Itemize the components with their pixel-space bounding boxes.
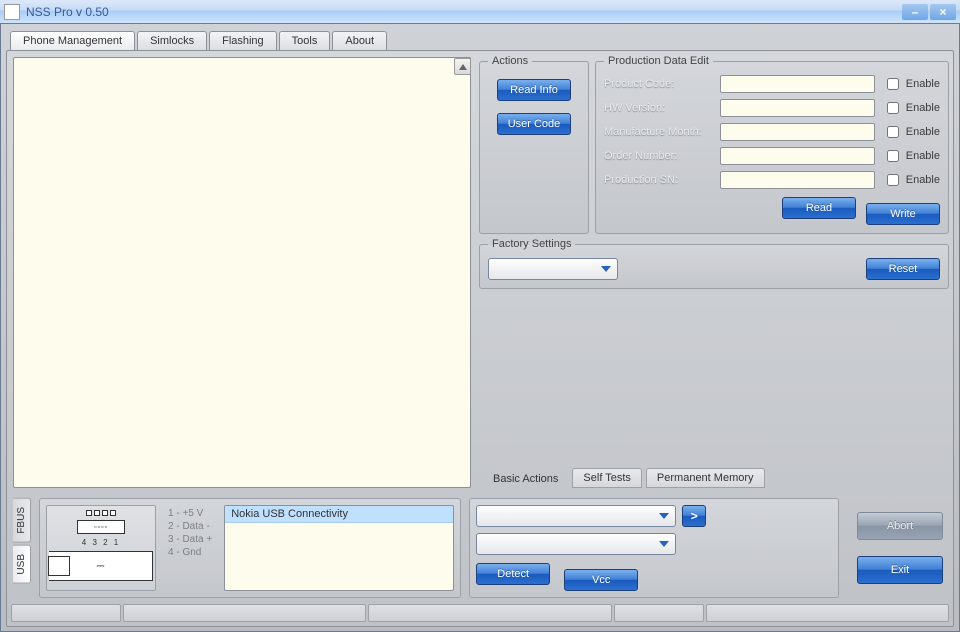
pde-input-order-number[interactable] [720, 147, 875, 165]
factory-legend: Factory Settings [488, 238, 575, 250]
detect-combo-2[interactable] [476, 533, 676, 555]
title-bar: NSS Pro v 0.50 – × [0, 0, 960, 24]
read-info-button[interactable]: Read Info [497, 79, 571, 101]
tab-simlocks[interactable]: Simlocks [137, 31, 207, 50]
pin-legend: 1 - +5 V 2 - Data - 3 - Data + 4 - Gnd [164, 505, 216, 591]
go-button[interactable]: > [682, 505, 706, 527]
status-cell-2 [123, 604, 366, 622]
pde-label-production-sn: Production SN: [604, 174, 712, 186]
pde-legend: Production Data Edit [604, 55, 713, 67]
pde-enable-order-number[interactable]: Enable [883, 147, 940, 165]
subtab-permanent-memory[interactable]: Permanent Memory [646, 468, 765, 488]
vtab-usb[interactable]: USB [13, 545, 31, 584]
chevron-down-icon [659, 513, 669, 519]
detect-panel: > Detect Vcc [469, 498, 839, 598]
port-panel: ▫▫▫▫ 4 3 2 1 1 - +5 V 2 - Data - 3 - Dat… [39, 498, 461, 598]
pin-2-label: 2 - Data - [168, 520, 212, 533]
device-item[interactable]: Nokia USB Connectivity [225, 506, 453, 523]
actions-group: Actions Read Info User Code [479, 55, 589, 234]
pde-input-manufacture-month[interactable] [720, 123, 875, 141]
exit-button[interactable]: Exit [857, 556, 943, 584]
production-data-edit-group: Production Data Edit Product Code: Enabl… [595, 55, 949, 234]
pde-write-button[interactable]: Write [866, 203, 940, 225]
chevron-down-icon [601, 266, 611, 272]
status-cell-3 [368, 604, 611, 622]
factory-reset-button[interactable]: Reset [866, 258, 940, 280]
device-list[interactable]: Nokia USB Connectivity [224, 505, 454, 591]
pde-read-button[interactable]: Read [782, 197, 856, 219]
usb-port-graphic: ▫▫▫▫ 4 3 2 1 [46, 505, 156, 591]
tab-flashing[interactable]: Flashing [209, 31, 277, 50]
usb-plug-icon [49, 551, 153, 581]
user-code-button[interactable]: User Code [497, 113, 572, 135]
status-cell-1 [11, 604, 121, 622]
pde-input-production-sn[interactable] [720, 171, 875, 189]
right-button-column: Abort Exit [847, 498, 947, 598]
log-output[interactable] [13, 57, 471, 488]
pin-4-label: 4 - Gnd [168, 546, 212, 559]
pin-numbers-label: 4 3 2 1 [82, 538, 120, 547]
subtab-self-tests[interactable]: Self Tests [572, 468, 642, 488]
sub-tabstrip: Basic Actions Self Tests Permanent Memor… [479, 466, 949, 490]
usb-receptacle-icon: ▫▫▫▫ [77, 520, 125, 534]
vcc-button[interactable]: Vcc [564, 569, 638, 591]
pde-label-hw-version: HW Version: [604, 102, 712, 114]
pde-input-hw-version[interactable] [720, 99, 875, 117]
tab-page: Actions Read Info User Code Production D… [6, 50, 954, 627]
factory-settings-combo[interactable] [488, 258, 618, 280]
window-title: NSS Pro v 0.50 [26, 5, 109, 19]
pde-enable-production-sn[interactable]: Enable [883, 171, 940, 189]
subtab-basic-actions[interactable]: Basic Actions [483, 470, 568, 488]
main-tabstrip: Phone Management Simlocks Flashing Tools… [6, 28, 954, 50]
tab-tools[interactable]: Tools [279, 31, 331, 50]
tab-about[interactable]: About [332, 31, 387, 50]
vtab-fbus[interactable]: FBUS [13, 498, 31, 543]
connection-tabs: FBUS USB [13, 498, 31, 598]
status-cell-4 [614, 604, 704, 622]
pde-enable-hw-version[interactable]: Enable [883, 99, 940, 117]
pde-enable-manufacture-month[interactable]: Enable [883, 123, 940, 141]
close-button[interactable]: × [930, 4, 956, 20]
status-cell-5 [706, 604, 949, 622]
actions-legend: Actions [488, 55, 532, 67]
factory-settings-group: Factory Settings Reset [479, 238, 949, 289]
window-body: Phone Management Simlocks Flashing Tools… [0, 24, 960, 632]
status-bar [11, 604, 949, 622]
pin-3-label: 3 - Data + [168, 533, 212, 546]
pde-input-product-code[interactable] [720, 75, 875, 93]
chevron-down-icon [659, 541, 669, 547]
pde-label-product-code: Product Code: [604, 78, 712, 90]
pin-1-label: 1 - +5 V [168, 507, 212, 520]
detect-button[interactable]: Detect [476, 563, 550, 585]
pde-label-order-number: Order Number: [604, 150, 712, 162]
detect-combo-1[interactable] [476, 505, 676, 527]
app-icon [4, 4, 20, 20]
pde-label-manufacture-month: Manufacture Month: [604, 126, 712, 138]
pde-enable-product-code[interactable]: Enable [883, 75, 940, 93]
usb-symbol-icon [91, 561, 111, 571]
abort-button[interactable]: Abort [857, 512, 943, 540]
port-indicator-icon [86, 510, 116, 516]
tab-phone-management[interactable]: Phone Management [10, 31, 135, 50]
scroll-up-button[interactable] [454, 58, 471, 75]
minimize-button[interactable]: – [902, 4, 928, 20]
